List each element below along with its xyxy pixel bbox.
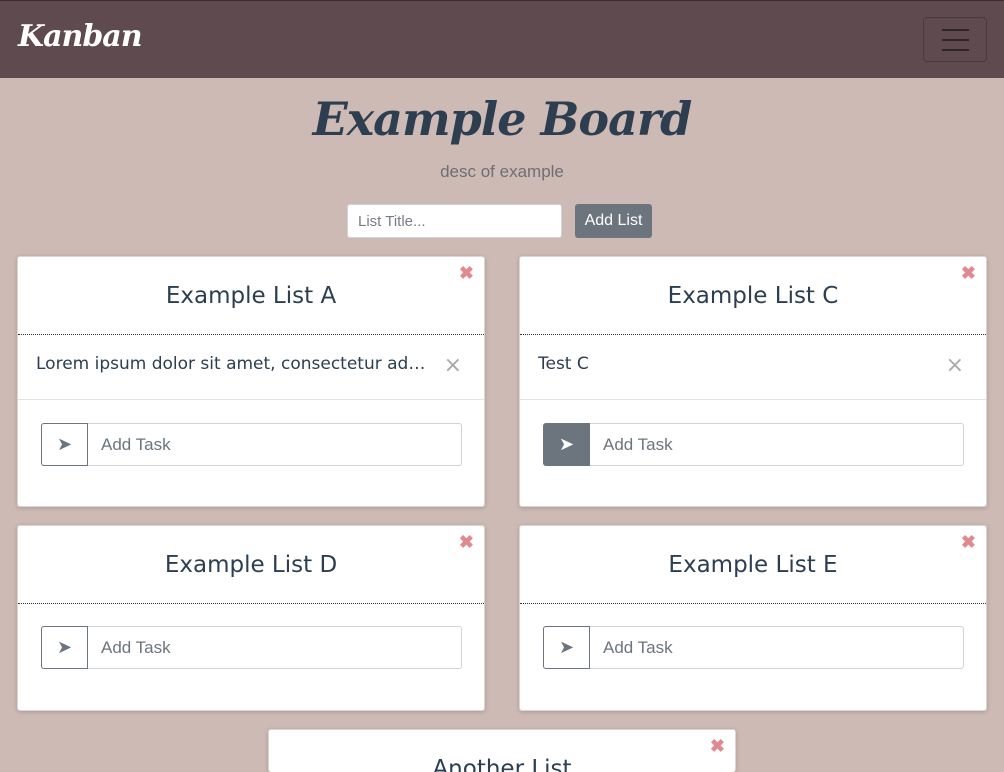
add-task-input[interactable] [88,627,461,668]
add-task-group: ➤ [543,423,964,466]
send-icon[interactable]: ➤ [41,423,88,466]
close-icon[interactable]: ✖ [459,532,474,553]
list-card: Example List A ✖ Lorem ipsum dolor sit a… [17,256,485,507]
list-title-input[interactable] [347,204,562,238]
add-task-group: ➤ [41,423,462,466]
task-item[interactable]: Test C × [520,335,986,400]
add-list-button[interactable]: Add List [575,204,652,238]
task-text: Test C [538,354,589,374]
add-task-group: ➤ [41,626,462,669]
navbar: Kanban [0,0,1004,78]
board-title: Example Board [312,92,693,146]
list-title: Example List D [18,526,484,604]
delete-task-icon[interactable]: × [444,353,462,378]
close-icon[interactable]: ✖ [459,263,474,284]
menu-toggle-button[interactable] [923,17,987,62]
list-card: Example List D ✖ ➤ [17,525,485,711]
add-task-input[interactable] [590,424,963,465]
add-task-input[interactable] [590,627,963,668]
list-card: Another List ✖ [268,729,736,772]
close-icon[interactable]: ✖ [961,263,976,284]
close-icon[interactable]: ✖ [961,532,976,553]
close-icon[interactable]: ✖ [710,736,725,757]
add-task-input[interactable] [88,424,461,465]
list-title: Example List A [18,257,484,335]
board-description: desc of example [440,162,564,181]
brand-logo[interactable]: Kanban [18,19,143,54]
list-title: Another List [269,730,735,772]
send-icon[interactable]: ➤ [543,423,590,466]
list-card: Example List E ✖ ➤ [519,525,987,711]
list-title: Example List C [520,257,986,335]
hamburger-icon-bar [942,49,969,51]
hamburger-icon-bar [942,39,969,41]
list-title: Example List E [520,526,986,604]
send-icon[interactable]: ➤ [41,626,88,669]
add-task-group: ➤ [543,626,964,669]
task-text: Lorem ipsum dolor sit amet, consectetur … [36,354,426,374]
list-card: Example List C ✖ Test C × ➤ [519,256,987,507]
hamburger-icon [942,29,969,31]
delete-task-icon[interactable]: × [946,353,964,378]
task-item[interactable]: Lorem ipsum dolor sit amet, consectetur … [18,335,484,400]
send-icon[interactable]: ➤ [543,626,590,669]
